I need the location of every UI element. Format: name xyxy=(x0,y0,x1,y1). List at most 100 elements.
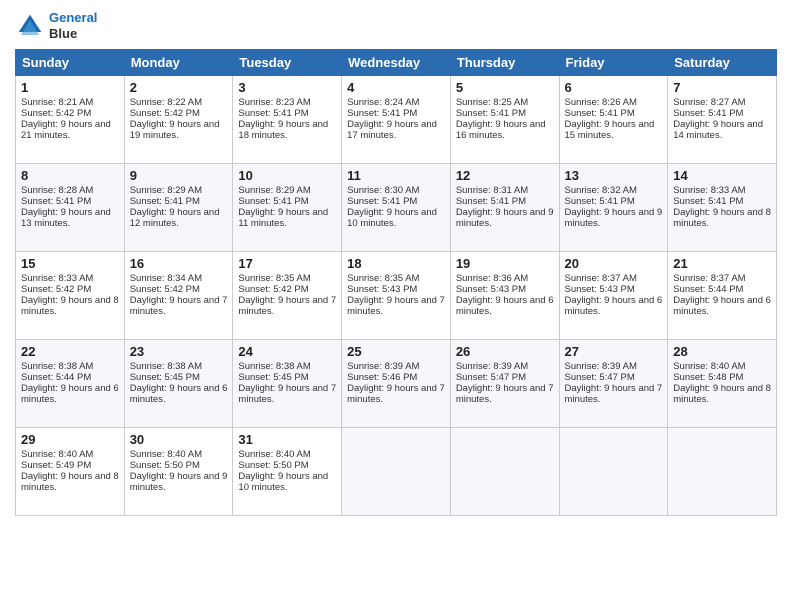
day-number: 21 xyxy=(673,256,771,271)
table-row: 12 Sunrise: 8:31 AMSunset: 5:41 PMDayligh… xyxy=(450,164,559,252)
sunset-label: Sunset: 5:41 PM xyxy=(456,108,526,119)
sunset-label: Sunset: 5:42 PM xyxy=(21,284,91,295)
sunrise-label: Sunrise: 8:31 AM xyxy=(456,185,528,196)
day-number: 18 xyxy=(347,256,445,271)
header-monday: Monday xyxy=(124,50,233,76)
sunset-label: Sunset: 5:42 PM xyxy=(130,284,200,295)
page-header: General Blue xyxy=(15,10,777,41)
day-number: 3 xyxy=(238,80,336,95)
sunrise-label: Sunrise: 8:33 AM xyxy=(673,185,745,196)
header-saturday: Saturday xyxy=(668,50,777,76)
day-number: 28 xyxy=(673,344,771,359)
day-number: 7 xyxy=(673,80,771,95)
sunrise-label: Sunrise: 8:38 AM xyxy=(130,361,202,372)
table-row: 18Sunrise: 8:35 AMSunset: 5:43 PMDayligh… xyxy=(342,252,451,340)
day-number: 11 xyxy=(347,168,445,183)
table-row: 22Sunrise: 8:38 AMSunset: 5:44 PMDayligh… xyxy=(16,340,125,428)
day-number: 24 xyxy=(238,344,336,359)
sunset-label: Sunset: 5:42 PM xyxy=(21,108,91,119)
sunrise-label: Sunrise: 8:26 AM xyxy=(565,97,637,108)
daylight-label: Daylight: 9 hours and 19 minutes. xyxy=(130,119,220,141)
table-row: 15Sunrise: 8:33 AMSunset: 5:42 PMDayligh… xyxy=(16,252,125,340)
daylight-label: Daylight: 9 hours and 8 minutes. xyxy=(673,383,771,405)
daylight-label: Daylight: 9 hours and 13 minutes. xyxy=(21,207,111,229)
daylight-label: Daylight: 9 hours and 7 minutes. xyxy=(130,295,228,317)
logo: General Blue xyxy=(15,10,97,41)
sunrise-label: Sunrise: 8:35 AM xyxy=(238,273,310,284)
daylight-label: Daylight: 9 hours and 10 minutes. xyxy=(238,471,328,493)
sunset-label: Sunset: 5:50 PM xyxy=(238,460,308,471)
daylight-label: Daylight: 9 hours and 6 minutes. xyxy=(130,383,228,405)
header-tuesday: Tuesday xyxy=(233,50,342,76)
sunrise-label: Sunrise: 8:40 AM xyxy=(238,449,310,460)
sunrise-label: Sunrise: 8:36 AM xyxy=(456,273,528,284)
sunset-label: Sunset: 5:41 PM xyxy=(565,196,635,207)
daylight-label: Daylight: 9 hours and 6 minutes. xyxy=(673,295,771,317)
calendar-table: Sunday Monday Tuesday Wednesday Thursday… xyxy=(15,49,777,516)
sunset-label: Sunset: 5:45 PM xyxy=(130,372,200,383)
header-thursday: Thursday xyxy=(450,50,559,76)
sunset-label: Sunset: 5:43 PM xyxy=(347,284,417,295)
table-row xyxy=(450,428,559,516)
sunset-label: Sunset: 5:41 PM xyxy=(130,196,200,207)
day-number: 22 xyxy=(21,344,119,359)
table-row xyxy=(559,428,668,516)
sunrise-label: Sunrise: 8:33 AM xyxy=(21,273,93,284)
day-number: 16 xyxy=(130,256,228,271)
daylight-label: Daylight: 9 hours and 18 minutes. xyxy=(238,119,328,141)
daylight-label: Daylight: 9 hours and 8 minutes. xyxy=(21,471,119,493)
table-row: 25Sunrise: 8:39 AMSunset: 5:46 PMDayligh… xyxy=(342,340,451,428)
table-row: 11Sunrise: 8:30 AMSunset: 5:41 PMDayligh… xyxy=(342,164,451,252)
sunrise-label: Sunrise: 8:28 AM xyxy=(21,185,93,196)
sunrise-label: Sunrise: 8:40 AM xyxy=(21,449,93,460)
sunrise-label: Sunrise: 8:25 AM xyxy=(456,97,528,108)
logo-blue: Blue xyxy=(49,26,97,42)
sunrise-label: Sunrise: 8:29 AM xyxy=(130,185,202,196)
sunrise-label: Sunrise: 8:22 AM xyxy=(130,97,202,108)
day-number: 13 xyxy=(565,168,663,183)
day-number: 14 xyxy=(673,168,771,183)
day-number: 31 xyxy=(238,432,336,447)
table-row: 3Sunrise: 8:23 AMSunset: 5:41 PMDaylight… xyxy=(233,76,342,164)
daylight-label: Daylight: 9 hours and 12 minutes. xyxy=(130,207,220,229)
day-number: 4 xyxy=(347,80,445,95)
day-number: 12 xyxy=(456,168,554,183)
day-number: 19 xyxy=(456,256,554,271)
sunset-label: Sunset: 5:41 PM xyxy=(238,196,308,207)
sunset-label: Sunset: 5:41 PM xyxy=(565,108,635,119)
sunset-label: Sunset: 5:45 PM xyxy=(238,372,308,383)
table-row xyxy=(342,428,451,516)
day-number: 30 xyxy=(130,432,228,447)
sunset-label: Sunset: 5:47 PM xyxy=(565,372,635,383)
sunset-label: Sunset: 5:41 PM xyxy=(21,196,91,207)
daylight-label: Daylight: 9 hours and 7 minutes. xyxy=(238,383,336,405)
table-row: 21Sunrise: 8:37 AMSunset: 5:44 PMDayligh… xyxy=(668,252,777,340)
table-row: 31 Sunrise: 8:40 AMSunset: 5:50 PMDayligh… xyxy=(233,428,342,516)
daylight-label: Daylight: 9 hours and 9 minutes. xyxy=(456,207,554,229)
day-number: 17 xyxy=(238,256,336,271)
logo-text: General Blue xyxy=(49,10,97,41)
day-number: 20 xyxy=(565,256,663,271)
daylight-label: Daylight: 9 hours and 7 minutes. xyxy=(347,295,445,317)
sunset-label: Sunset: 5:44 PM xyxy=(673,284,743,295)
weekday-header-row: Sunday Monday Tuesday Wednesday Thursday… xyxy=(16,50,777,76)
table-row: 26Sunrise: 8:39 AMSunset: 5:47 PMDayligh… xyxy=(450,340,559,428)
table-row: 7Sunrise: 8:27 AMSunset: 5:41 PMDaylight… xyxy=(668,76,777,164)
daylight-label: Daylight: 9 hours and 6 minutes. xyxy=(456,295,554,317)
table-row: 14Sunrise: 8:33 AMSunset: 5:41 PMDayligh… xyxy=(668,164,777,252)
table-row: 8Sunrise: 8:28 AMSunset: 5:41 PMDaylight… xyxy=(16,164,125,252)
daylight-label: Daylight: 9 hours and 15 minutes. xyxy=(565,119,655,141)
sunset-label: Sunset: 5:41 PM xyxy=(347,196,417,207)
daylight-label: Daylight: 9 hours and 9 minutes. xyxy=(565,207,663,229)
sunrise-label: Sunrise: 8:27 AM xyxy=(673,97,745,108)
day-number: 6 xyxy=(565,80,663,95)
sunset-label: Sunset: 5:46 PM xyxy=(347,372,417,383)
day-number: 23 xyxy=(130,344,228,359)
table-row: 2Sunrise: 8:22 AMSunset: 5:42 PMDaylight… xyxy=(124,76,233,164)
sunrise-label: Sunrise: 8:38 AM xyxy=(21,361,93,372)
sunrise-label: Sunrise: 8:24 AM xyxy=(347,97,419,108)
sunset-label: Sunset: 5:41 PM xyxy=(456,196,526,207)
daylight-label: Daylight: 9 hours and 6 minutes. xyxy=(21,383,119,405)
header-wednesday: Wednesday xyxy=(342,50,451,76)
day-number: 26 xyxy=(456,344,554,359)
